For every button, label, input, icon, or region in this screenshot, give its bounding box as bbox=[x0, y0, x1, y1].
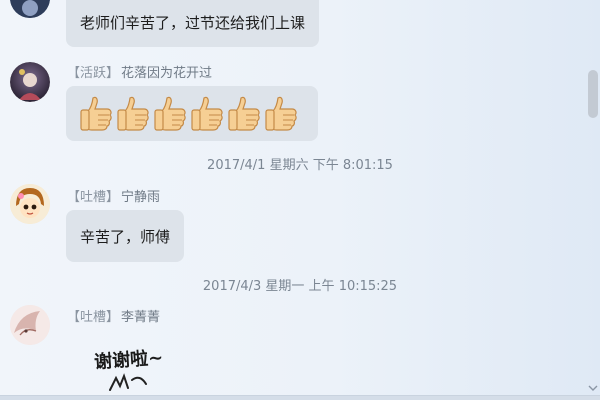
scrollbar-thumb[interactable] bbox=[588, 70, 598, 118]
sender-nickname: 花落因为花开过 bbox=[121, 66, 213, 81]
avatar[interactable] bbox=[10, 184, 50, 224]
avatar[interactable] bbox=[10, 0, 50, 18]
sender-role-badge: 【吐槽】 bbox=[67, 190, 120, 205]
message-text: 老师们辛苦了，过节还给我们上课 bbox=[80, 14, 306, 32]
sender-role-badge: 【活跃】 bbox=[67, 66, 120, 81]
sender-name[interactable]: 【活跃】 花落因为花开过 bbox=[67, 62, 212, 81]
thumbs-up-emoji-icon bbox=[117, 96, 149, 131]
thumbs-up-emoji-icon bbox=[228, 96, 260, 131]
thumbs-up-emoji-icon bbox=[265, 96, 297, 131]
sender-role-badge: 【吐槽】 bbox=[67, 310, 120, 325]
avatar[interactable] bbox=[10, 305, 50, 345]
thumbs-up-emoji-icon bbox=[154, 96, 186, 131]
sticker-caption: 谢谢啦~ bbox=[93, 347, 164, 374]
sender-nickname: 李菁菁 bbox=[121, 310, 161, 325]
scrollbar[interactable] bbox=[586, 0, 600, 400]
sticker-image[interactable]: 谢谢啦~ bbox=[92, 344, 212, 400]
thumbs-up-emoji-icon bbox=[80, 96, 112, 131]
message-bubble[interactable] bbox=[66, 86, 318, 141]
chevron-down-icon[interactable] bbox=[587, 382, 599, 394]
chat-history[interactable]: 老师们辛苦了，过节还给我们上课 【活跃】 花落因为花开过 2017/4/1 星期… bbox=[0, 0, 586, 400]
message-bubble[interactable]: 辛苦了，师傅 bbox=[66, 210, 185, 262]
emoji-row bbox=[66, 86, 318, 140]
sticker-hand-drawing bbox=[109, 373, 147, 391]
input-area-divider bbox=[0, 395, 600, 400]
message-timestamp: 2017/4/3 星期一 上午 10:15:25 bbox=[202, 279, 398, 294]
sender-nickname: 宁静雨 bbox=[121, 190, 161, 205]
sender-name[interactable]: 【吐槽】 李菁菁 bbox=[67, 306, 160, 325]
message-timestamp: 2017/4/1 星期六 下午 8:01:15 bbox=[207, 158, 393, 173]
message-text: 辛苦了，师傅 bbox=[80, 228, 171, 246]
sender-name[interactable]: 【吐槽】 宁静雨 bbox=[67, 186, 160, 205]
thumbs-up-emoji-icon bbox=[191, 96, 223, 131]
avatar[interactable] bbox=[10, 62, 50, 102]
message-bubble[interactable]: 老师们辛苦了，过节还给我们上课 bbox=[66, 0, 320, 47]
